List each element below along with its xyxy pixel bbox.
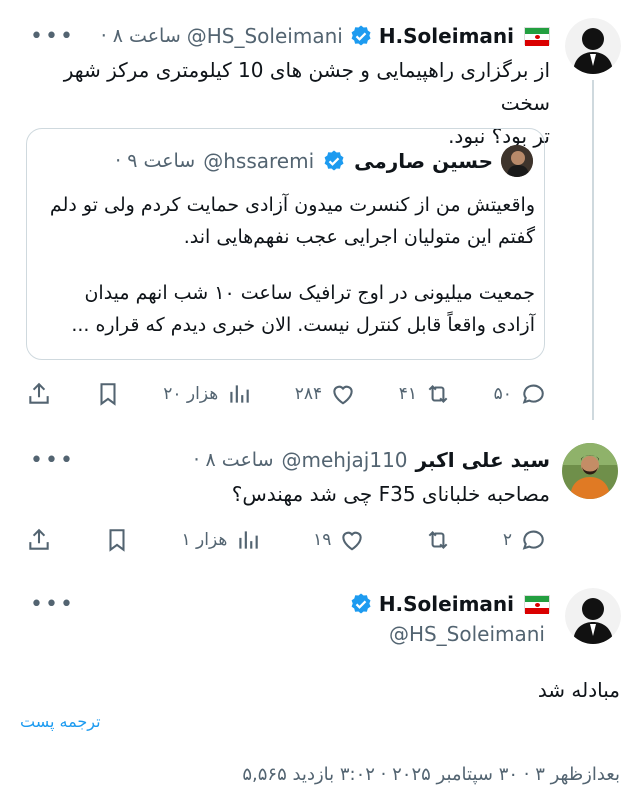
more-icon[interactable]: ••• [30, 24, 75, 49]
user-handle[interactable]: @HS_Soleimani [200, 622, 545, 646]
like-count: ۱۹ [313, 530, 332, 550]
reply-count: ۲ [502, 530, 512, 550]
tweet-text: مصاحبه خلبانای F35 چی شد مهندس؟ [231, 482, 550, 506]
reply-icon [522, 384, 544, 404]
thread-line [592, 80, 594, 420]
retweet-count: ۴۱ [398, 384, 418, 404]
avatar-mehjaj110[interactable] [562, 443, 618, 499]
display-name[interactable]: سید علی اکبر [416, 448, 550, 472]
quote-handle: @hssaremi [203, 149, 315, 173]
quote-name: حسین صارمی [354, 149, 493, 173]
share-button[interactable] [26, 381, 52, 407]
quote-time: · ساعت ۹ [115, 150, 196, 172]
views-count: ۲۰ هزار [163, 384, 219, 404]
tweet-time: · ساعت ۸ [100, 25, 181, 47]
iran-flag-icon [524, 27, 550, 46]
more-icon[interactable]: ••• [30, 448, 75, 473]
quoted-tweet[interactable]: · ساعت ۹ @hssaremi حسین صارمی واقعیتش من… [26, 128, 545, 360]
share-icon [29, 528, 49, 550]
iran-flag-icon [524, 595, 550, 614]
tweet-actions: ۱ هزار ۱۹ ۲ [26, 524, 546, 556]
reply-button[interactable]: ۲ [503, 527, 546, 553]
bookmark-button[interactable] [95, 381, 121, 407]
retweet-button[interactable]: ۴۱ [399, 381, 451, 407]
views-icon [230, 385, 249, 403]
retweet-icon [428, 530, 448, 550]
tweet-meta: بعدازظهر ۳ · ۳۰ سپتامبر ۲۰۲۵ · ۳:۰۲ بازد… [242, 764, 620, 785]
like-button[interactable]: ۱۹ [313, 527, 365, 553]
reply-button[interactable]: ۵۰ [494, 381, 546, 407]
retweet-button[interactable] [417, 527, 451, 553]
verified-icon [351, 593, 371, 614]
views-button[interactable]: ۲۰ هزار [163, 381, 252, 407]
user-handle[interactable]: @mehjaj110 [282, 448, 408, 472]
avatar-hs-soleimani[interactable] [565, 18, 621, 74]
bookmark-icon [109, 529, 125, 552]
bookmark-button[interactable] [104, 527, 130, 553]
retweet-icon [428, 384, 448, 404]
views-icon [239, 531, 259, 549]
bookmark-icon [100, 383, 116, 406]
like-icon [342, 531, 363, 551]
verified-icon [324, 150, 344, 171]
tweet-actions: ۲۰ هزار ۲۸۴ ۴۱ ۵۰ [26, 378, 546, 410]
tweet-header: ••• · ساعت ۸ @mehjaj110 سید علی اکبر [30, 446, 550, 474]
more-icon[interactable]: ••• [30, 592, 75, 617]
display-name[interactable]: H.Soleimani [379, 592, 514, 616]
share-button[interactable] [26, 527, 52, 553]
quote-text: واقعیتش من از کنسرت میدون آزادی حمایت کر… [49, 194, 535, 336]
views-button[interactable]: ۱ هزار [182, 527, 262, 553]
quote-header: · ساعت ۹ @hssaremi حسین صارمی [39, 143, 533, 179]
like-icon [333, 385, 353, 405]
avatar-hs-soleimani[interactable] [565, 588, 621, 644]
like-count: ۲۸۴ [294, 384, 323, 404]
tweet-text: مبادله شد [537, 678, 620, 702]
tweet-time: · ساعت ۸ [193, 449, 274, 471]
like-button[interactable]: ۲۸۴ [295, 381, 356, 407]
display-name[interactable]: H.Soleimani [379, 24, 514, 48]
views-count: ۱ هزار [181, 530, 228, 550]
verified-icon [351, 25, 371, 46]
reply-count: ۵۰ [493, 384, 512, 404]
reply-icon [522, 530, 544, 550]
user-handle[interactable]: @HS_Soleimani [187, 24, 343, 48]
share-icon [29, 382, 49, 404]
tweet-header: ••• · ساعت ۸ @HS_Soleimani H.Soleimani [30, 22, 550, 50]
display-name-row: H.Soleimani [200, 590, 550, 618]
quote-avatar [501, 145, 533, 177]
translate-link[interactable]: ترجمه پست [20, 712, 620, 731]
